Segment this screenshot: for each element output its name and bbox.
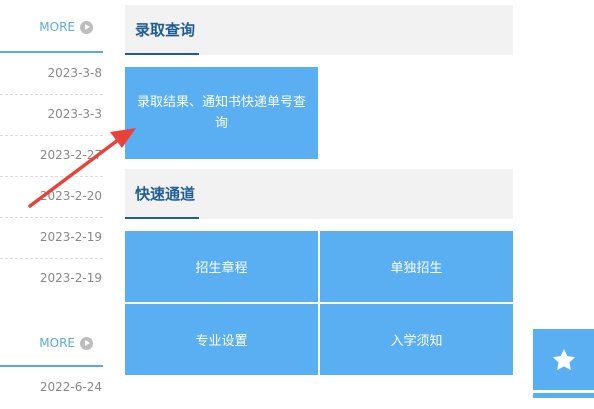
news-date: 2022-6-24	[39, 380, 102, 394]
tile-label: 入学须知	[390, 334, 443, 349]
title-underline	[125, 217, 199, 219]
more-link-bottom[interactable]: MORE	[39, 333, 93, 353]
favorite-button[interactable]	[533, 329, 594, 390]
list-item[interactable]: 2023-2-19	[0, 259, 103, 300]
news-date: 2023-2-19	[39, 271, 102, 285]
list-item[interactable]: 2023-3-3	[0, 95, 103, 136]
section-title: 快速通道	[135, 185, 196, 203]
tile-independent-enrollment[interactable]: 单独招生	[320, 231, 513, 302]
more-label: MORE	[39, 336, 75, 350]
tile-admission-charter[interactable]: 招生章程	[125, 231, 318, 302]
list-item[interactable]: 2023-2-27	[0, 136, 103, 177]
news-date: 2023-2-27	[39, 148, 102, 162]
more-link-top[interactable]: MORE	[39, 17, 93, 37]
tile-label: 招生章程	[195, 261, 248, 276]
tile-enrollment-guide[interactable]: 入学须知	[320, 304, 513, 375]
news-column: MORE 2023-3-8 2023-3-3 2023-2-27 2023-2-…	[0, 0, 103, 398]
section-header-admission-query: 录取查询	[125, 5, 513, 55]
list-item[interactable]: 2023-2-19	[0, 218, 103, 259]
section-divider	[0, 51, 103, 53]
tile-label: 单独招生	[390, 261, 443, 276]
list-item[interactable]: 2022-6-24	[0, 368, 103, 409]
play-circle-icon	[80, 20, 93, 34]
news-date: 2023-3-3	[47, 107, 102, 121]
list-item[interactable]: 2023-2-20	[0, 177, 103, 218]
star-icon	[552, 348, 575, 370]
tile-label: 专业设置	[195, 334, 248, 349]
play-circle-icon	[80, 336, 93, 350]
floating-button-edge	[533, 393, 594, 398]
news-date: 2023-3-8	[47, 66, 102, 80]
section-divider	[0, 365, 103, 367]
tile-label: 录取结果、通知书快递单号查询	[136, 95, 306, 131]
section-header-quick-access: 快速通道	[125, 169, 513, 219]
list-item[interactable]: 2023-3-8	[0, 54, 103, 95]
tile-majors[interactable]: 专业设置	[125, 304, 318, 375]
more-label: MORE	[39, 20, 75, 34]
section-title: 录取查询	[135, 21, 196, 39]
title-underline	[125, 53, 199, 55]
admission-query-tile[interactable]: 录取结果、通知书快递单号查询	[125, 67, 318, 159]
news-date: 2023-2-19	[39, 230, 102, 244]
news-date: 2023-2-20	[39, 189, 102, 203]
